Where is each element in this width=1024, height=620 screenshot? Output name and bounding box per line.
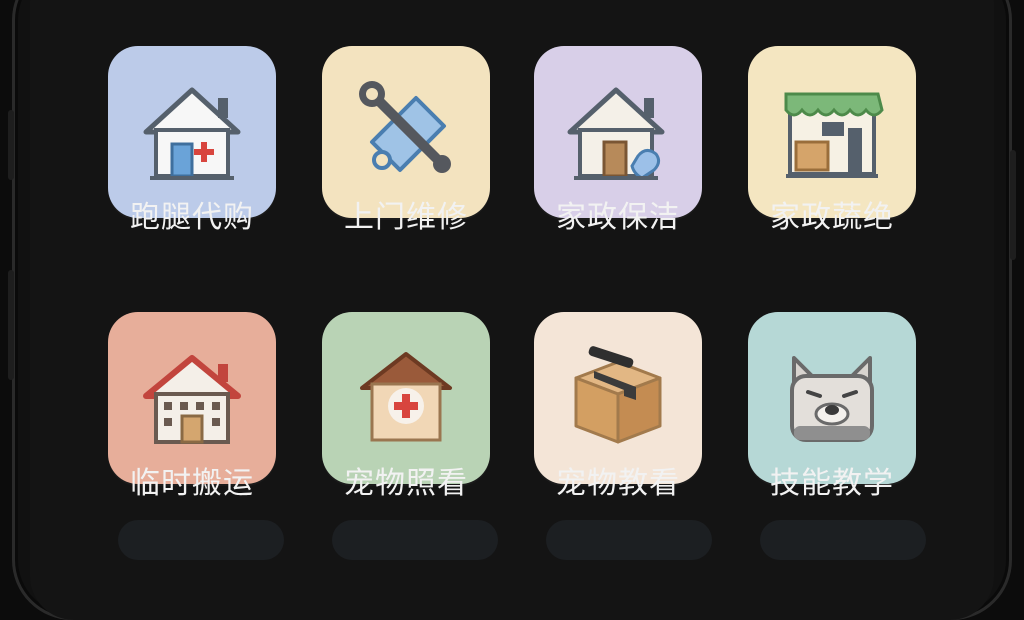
service-label: 家政保洁 <box>556 200 680 235</box>
tile-peek <box>760 520 926 560</box>
building-icon <box>143 355 241 444</box>
dog-face-icon <box>790 356 874 442</box>
app-screen: 跑腿代购 上门维修 家政保洁 家政蔬绝 临时搬运 宠物照看 宠物教看 技能教学 <box>30 0 994 620</box>
service-label: 技能教学 <box>770 466 894 501</box>
service-label: 跑腿代购 <box>130 200 254 235</box>
tile-peek <box>118 520 284 560</box>
side-button <box>1010 150 1016 260</box>
wrench-tag-icon <box>359 81 451 173</box>
tile-peek <box>546 520 712 560</box>
service-label: 家政蔬绝 <box>770 200 894 235</box>
pet-house-icon <box>360 352 452 442</box>
shop-box-icon <box>784 92 884 178</box>
house-hand-icon <box>567 87 665 180</box>
service-label: 宠物教看 <box>556 466 680 501</box>
side-button <box>8 110 14 180</box>
house-medical-icon <box>143 87 241 180</box>
service-label: 宠物照看 <box>344 466 468 501</box>
service-label: 上门维修 <box>344 200 468 235</box>
side-button <box>8 270 14 380</box>
tile-peek <box>332 520 498 560</box>
package-box-icon <box>574 346 662 444</box>
service-label: 临时搬运 <box>130 466 254 501</box>
